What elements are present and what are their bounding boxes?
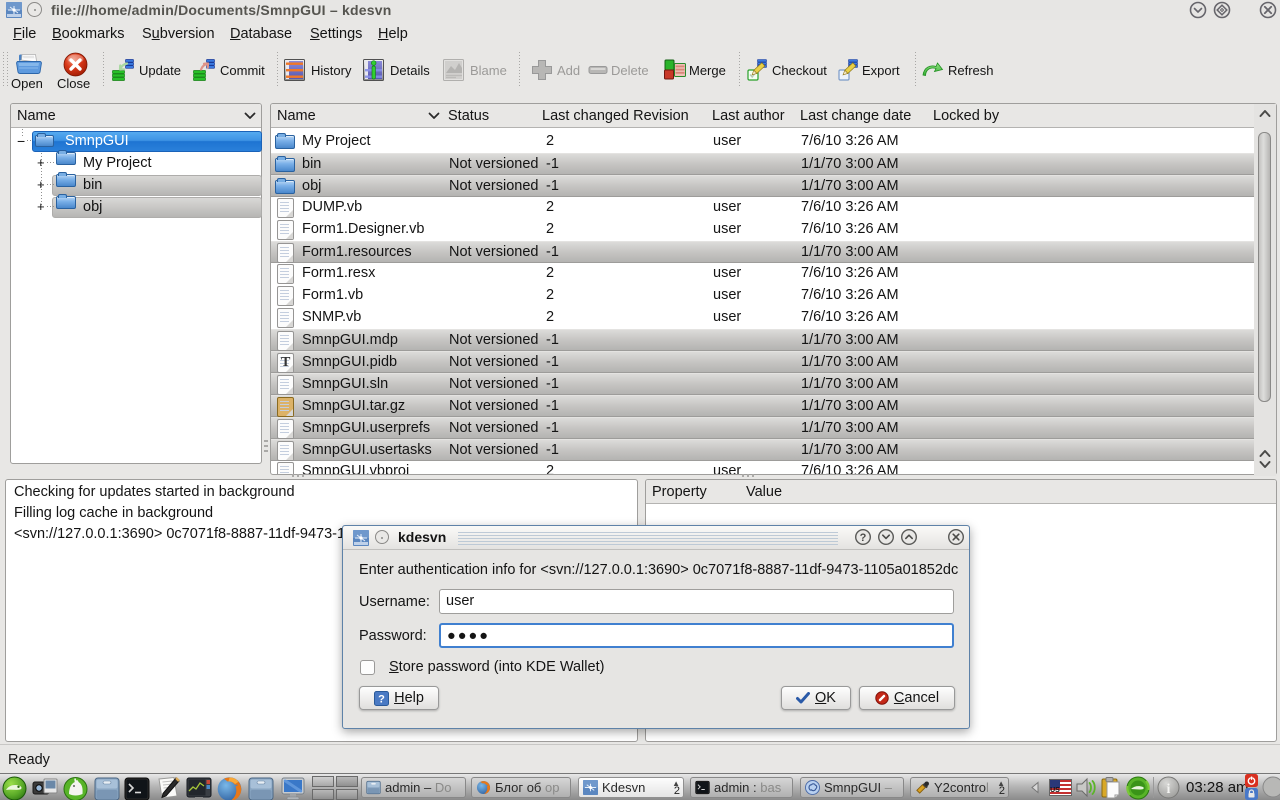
svg-text:i: i <box>1167 782 1171 797</box>
svg-text:?: ? <box>378 693 385 705</box>
svg-text:US: US <box>1050 787 1060 794</box>
svg-text:?: ? <box>860 532 867 544</box>
